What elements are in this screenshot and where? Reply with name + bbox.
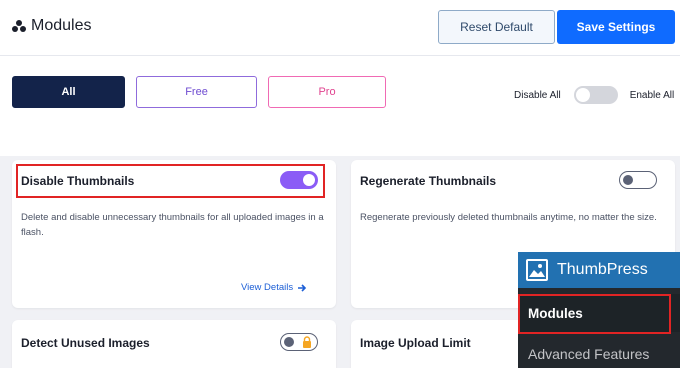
view-details-label: View Details	[241, 282, 294, 293]
module-description: Delete and disable unnecessary thumbnail…	[21, 212, 324, 238]
page-title: Modules	[12, 14, 91, 38]
filter-pro-button[interactable]: Pro	[268, 76, 386, 108]
module-title: Disable Thumbnails	[21, 174, 135, 188]
module-title: Regenerate Thumbnails	[360, 174, 497, 188]
save-settings-button[interactable]: Save Settings	[557, 10, 675, 44]
view-details-link[interactable]: View Details	[241, 282, 307, 293]
enable-all-toggle[interactable]	[573, 86, 618, 104]
page-title-text: Modules	[31, 17, 92, 34]
wp-menu-item-advanced-features[interactable]: Advanced Features	[528, 346, 649, 362]
thumbpress-menu-header[interactable]: ThumbPress	[518, 252, 680, 288]
toggle-knob	[575, 88, 590, 102]
toggle-knob	[623, 175, 633, 185]
arrow-right-icon	[298, 283, 307, 292]
module-card-detect-unused-images: Detect Unused Images	[12, 320, 336, 368]
modules-icon	[12, 19, 26, 33]
module-description: Regenerate previously deleted thumbnails…	[360, 212, 657, 223]
disable-all-label: Disable All	[514, 89, 561, 101]
module-title: Detect Unused Images	[21, 336, 150, 350]
module-toggle-regenerate-thumbnails[interactable]	[619, 171, 657, 189]
toggle-knob	[303, 174, 315, 186]
thumbpress-brand: ThumbPress	[557, 261, 648, 278]
filter-bar: All Free Pro Disable All Enable All	[0, 56, 680, 156]
module-title: Image Upload Limit	[360, 336, 471, 350]
toggle-knob	[284, 337, 294, 347]
filter-all-button[interactable]: All	[12, 76, 125, 108]
thumbpress-logo-icon	[526, 259, 548, 281]
filter-free-button[interactable]: Free	[136, 76, 257, 108]
module-toggle-disable-thumbnails[interactable]	[280, 171, 318, 189]
reset-default-button[interactable]: Reset Default	[438, 10, 555, 44]
enable-all-label: Enable All	[629, 89, 675, 101]
bulk-toggle-group: Disable All Enable All	[514, 86, 674, 104]
top-header: Modules Reset Default Save Settings	[0, 0, 680, 56]
lock-icon	[303, 336, 311, 348]
highlight-box	[518, 294, 671, 334]
module-toggle-detect-unused-images[interactable]	[280, 333, 318, 351]
module-card-disable-thumbnails: Disable Thumbnails Delete and disable un…	[12, 160, 336, 308]
